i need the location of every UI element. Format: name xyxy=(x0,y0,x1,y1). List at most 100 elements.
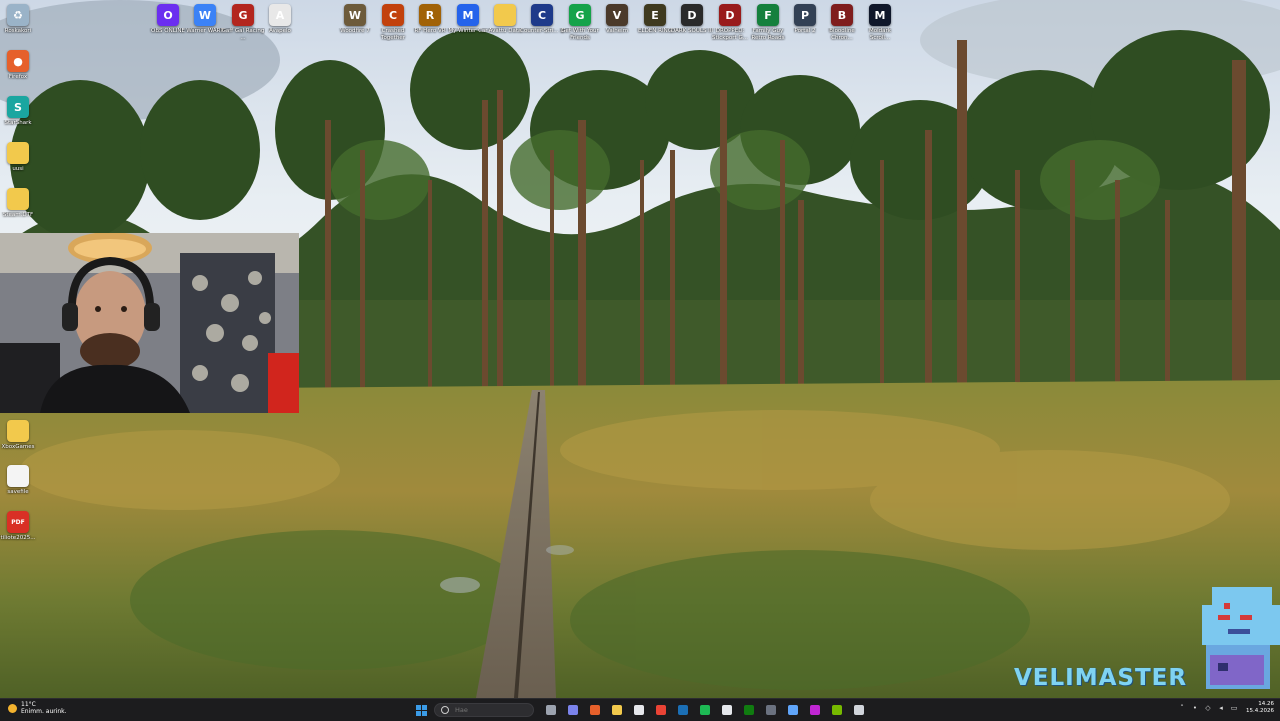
microphone-icon[interactable]: • xyxy=(1191,704,1199,712)
taskbar-app-button[interactable] xyxy=(762,701,780,719)
game-icon: B xyxy=(831,4,853,26)
pdf-icon: PDF xyxy=(7,511,29,533)
taskbar-app-button[interactable] xyxy=(718,701,736,719)
desktop-icon[interactable]: XboxGames xyxy=(0,420,38,451)
webcam-overlay xyxy=(0,233,299,413)
windows-start-icon xyxy=(415,704,427,716)
desktop-icon-label: Firefox xyxy=(8,74,28,80)
desktop-icon[interactable]: M My Winter Car xyxy=(448,4,488,35)
desktop-icon-label: tiliote2025... xyxy=(0,535,36,541)
desktop-icon[interactable]: G Get With Your Friends xyxy=(560,4,600,41)
network-icon[interactable]: ◇ xyxy=(1204,704,1212,712)
desktop-icon[interactable]: O OBS ONLINE xyxy=(148,4,188,35)
battery-icon[interactable]: ▭ xyxy=(1230,704,1238,712)
volume-icon[interactable]: ◂ xyxy=(1217,704,1225,712)
task-view-icon xyxy=(546,705,556,715)
app-icon: A xyxy=(269,4,291,26)
desktop-icon[interactable]: W Warner WARP xyxy=(185,4,225,35)
game-icon: D xyxy=(681,4,703,26)
app-icon: S xyxy=(7,96,29,118)
desktop-icon[interactable]: C Counter-Stri... 2 xyxy=(520,4,564,35)
firefox-icon: ● xyxy=(7,50,29,72)
taskbar-app-button[interactable] xyxy=(674,701,692,719)
start-button[interactable] xyxy=(412,701,430,719)
taskbar-search[interactable] xyxy=(434,703,534,717)
snipping-icon xyxy=(788,705,798,715)
folder-icon xyxy=(7,188,29,210)
desktop-icon[interactable]: S StarShark xyxy=(0,96,38,127)
system-tray: ˄ • ◇ ◂ ▭ 14.26 15.4.2026 xyxy=(1173,701,1274,715)
steam-icon xyxy=(678,705,688,715)
taskbar-app-button[interactable] xyxy=(696,701,714,719)
taskbar-app-button[interactable] xyxy=(586,701,604,719)
desktop-icon[interactable]: D DROPPED: Stickport G... xyxy=(710,4,750,41)
game-icon: P xyxy=(794,4,816,26)
game-icon: M xyxy=(457,4,479,26)
game-icon: D xyxy=(719,4,741,26)
folder-icon xyxy=(494,4,516,26)
velimaster-mascot-logo xyxy=(1202,587,1280,689)
game-icon: F xyxy=(757,4,779,26)
teams-icon xyxy=(568,705,578,715)
desktop-icon[interactable]: F Family Guy Retro Roads xyxy=(748,4,788,41)
velimaster-watermark: VELIMASTER xyxy=(1014,665,1188,691)
taskbar-app-button[interactable] xyxy=(630,701,648,719)
taskbar-app-button[interactable] xyxy=(652,701,670,719)
game-icon: C xyxy=(531,4,553,26)
chevron-up-icon[interactable]: ˄ xyxy=(1178,704,1186,712)
obs-icon: O xyxy=(157,4,179,26)
taskbar-app-button[interactable] xyxy=(806,701,824,719)
nvidia-icon xyxy=(832,705,842,715)
folder-icon xyxy=(7,142,29,164)
game-icon: G xyxy=(232,4,254,26)
desktop-icon[interactable]: R RF Hero VR xyxy=(410,4,450,35)
taskbar-app-button[interactable] xyxy=(608,701,626,719)
game-icon: E xyxy=(644,4,666,26)
desktop-icon[interactable]: G Gaff Gal Racing ... xyxy=(222,4,264,41)
recording-app-icon xyxy=(810,705,820,715)
desktop-icon-label: Roskakori xyxy=(4,28,32,34)
desktop-icon[interactable]: M Moldark Scroll... xyxy=(860,4,900,41)
desktop-icon[interactable]: P Portal 2 xyxy=(785,4,825,35)
desktop-icon[interactable]: B Bloodline Chron... xyxy=(822,4,862,41)
taskbar-center xyxy=(412,701,872,719)
desktop-icon[interactable]: A Avapelo xyxy=(260,4,300,35)
taskbar-app-button[interactable] xyxy=(850,701,868,719)
app-icon: W xyxy=(194,4,216,26)
desktop-icon[interactable]: ♻ Roskakori xyxy=(0,4,38,35)
desktop-icon[interactable]: W Woodfire 7 xyxy=(335,4,375,35)
calculator-icon xyxy=(722,705,732,715)
sun-icon xyxy=(8,703,17,713)
desktop-icon[interactable]: C Crashed Together xyxy=(373,4,413,41)
game-icon: V xyxy=(606,4,628,26)
taskbar-app-button[interactable] xyxy=(542,701,560,719)
desktop-icon[interactable]: V Valheim xyxy=(597,4,637,35)
desktop-icon-label: XboxGames xyxy=(1,444,35,450)
file-explorer-icon xyxy=(612,705,622,715)
taskbar-app-button[interactable] xyxy=(784,701,802,719)
taskbar-app-button[interactable] xyxy=(564,701,582,719)
desktop-icon[interactable]: uusi xyxy=(0,142,38,173)
spotify-icon xyxy=(700,705,710,715)
taskbar-app-button[interactable] xyxy=(828,701,846,719)
desktop-icon[interactable]: savefile xyxy=(0,465,38,496)
desktop-icon[interactable]: E ELDEN RING xyxy=(635,4,675,35)
taskbar-app-button[interactable] xyxy=(740,701,758,719)
desktop-icon[interactable]: D DARK SOULS III xyxy=(671,4,713,35)
store-icon xyxy=(634,705,644,715)
desktop-icon-label: Steam.DTF xyxy=(2,212,34,218)
desktop-icon-label: Avapelo xyxy=(269,28,291,34)
firefox-icon xyxy=(590,705,600,715)
weather-widget[interactable]: 11°C Enimm. aurink. xyxy=(8,701,67,715)
desktop-icon[interactable]: Avattu Data xyxy=(485,4,525,35)
desktop-icon[interactable]: PDF tiliote2025... xyxy=(0,511,38,542)
weather-temperature: 11°C xyxy=(21,701,36,708)
search-input[interactable] xyxy=(455,706,525,714)
game-icon: W xyxy=(344,4,366,26)
desktop-icon[interactable]: Steam.DTF xyxy=(0,188,38,219)
desktop-icon[interactable]: ● Firefox xyxy=(0,50,38,81)
folder-icon xyxy=(7,420,29,442)
game-icon: R xyxy=(419,4,441,26)
desktop-icon-label: StarShark xyxy=(4,120,32,126)
clock[interactable]: 14.26 15.4.2026 xyxy=(1246,701,1274,715)
